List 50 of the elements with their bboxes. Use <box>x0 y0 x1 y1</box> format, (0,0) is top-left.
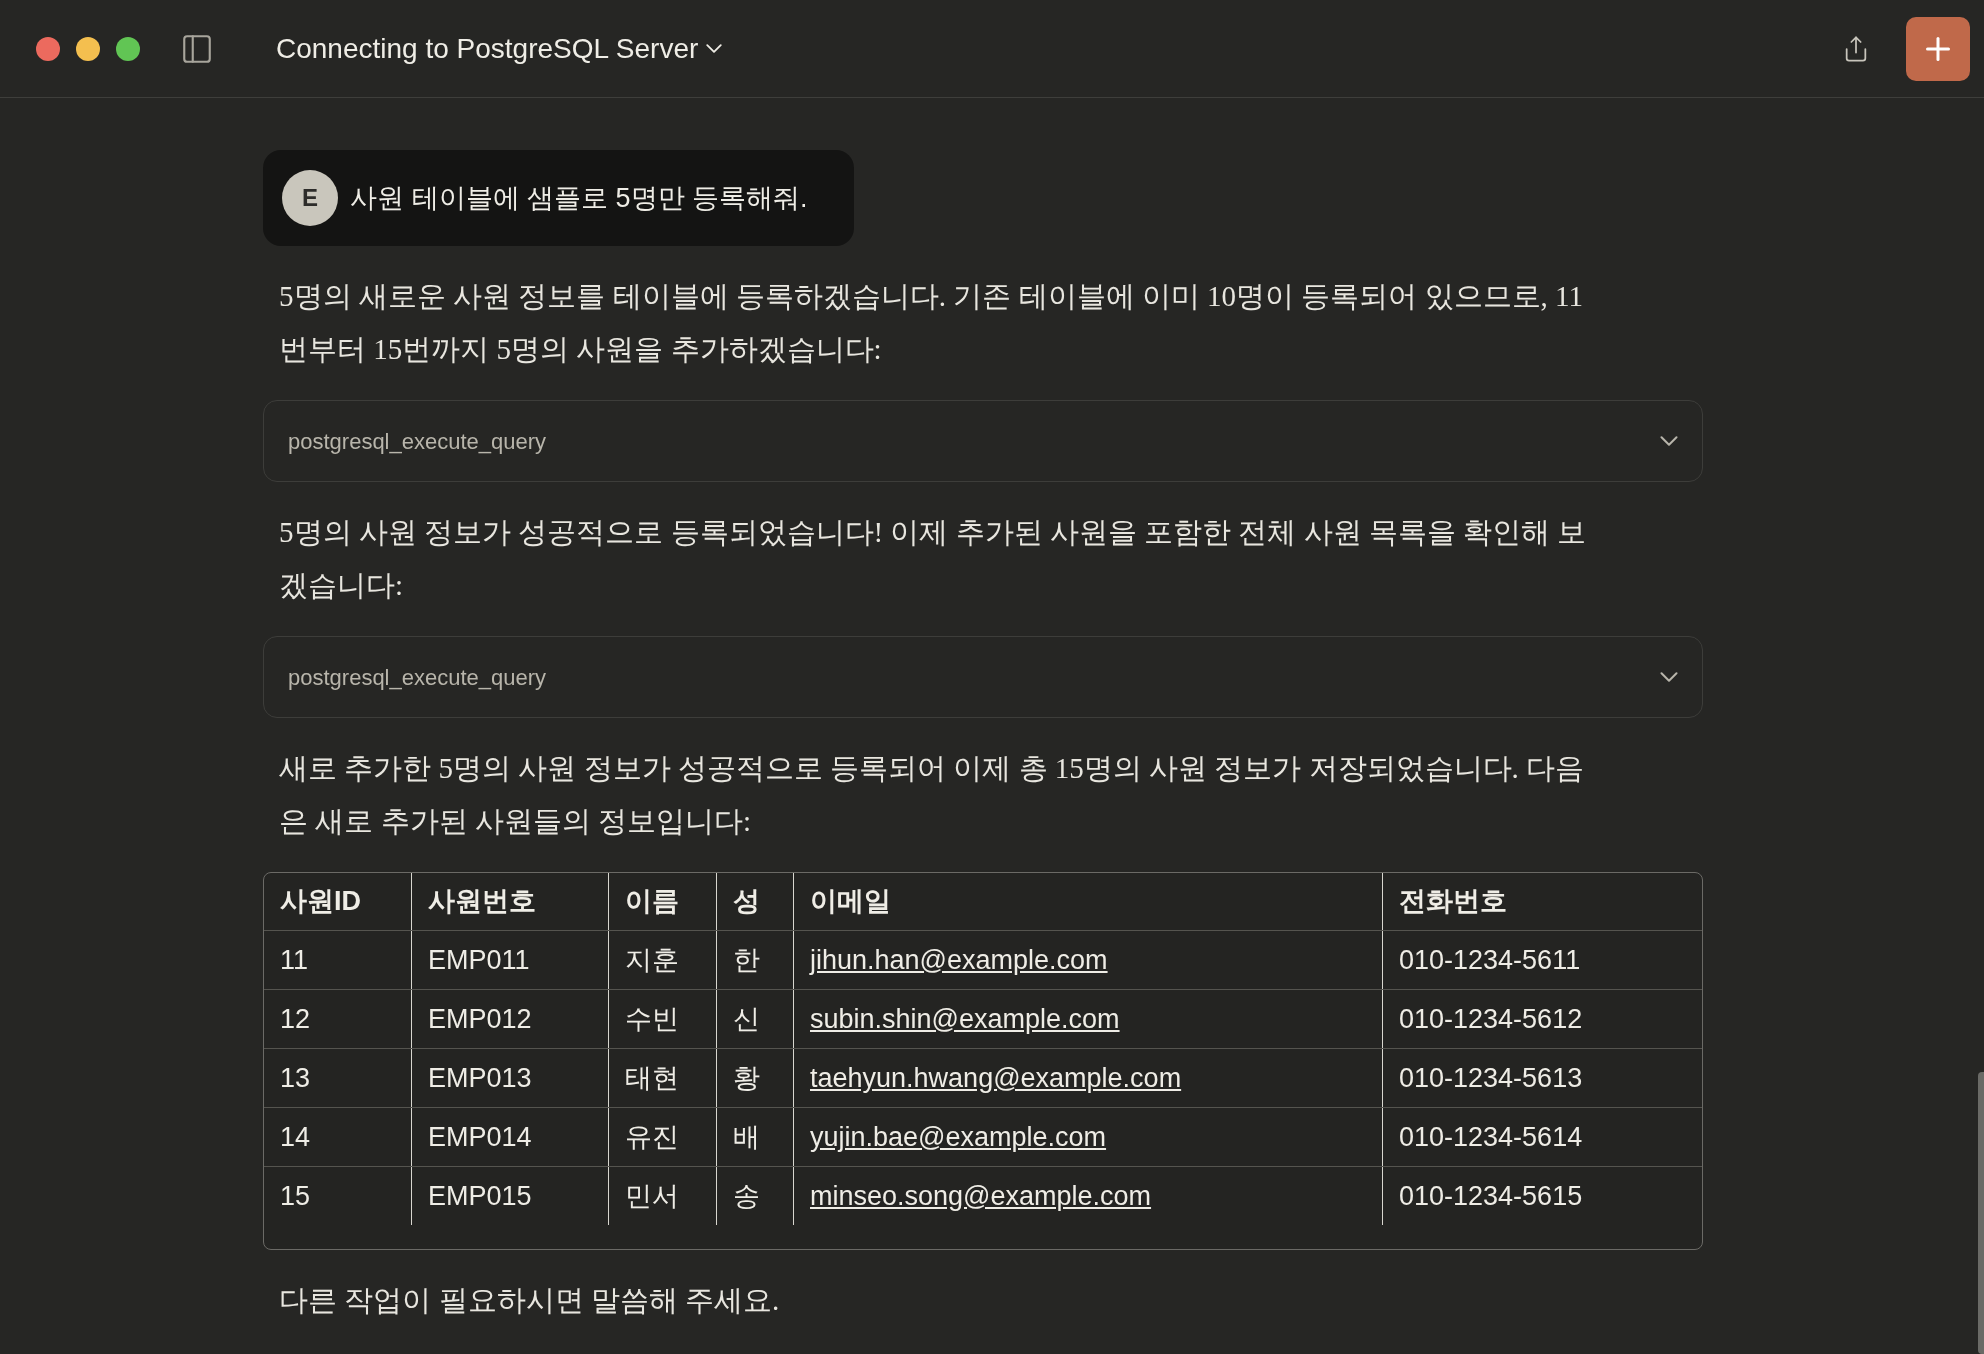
table-cell-text: 태현 <box>625 1061 679 1095</box>
user-avatar: E <box>282 170 338 226</box>
chevron-icon <box>1660 436 1678 446</box>
column-header: 이메일 <box>794 873 1383 930</box>
table-cell-text: EMP015 <box>428 1179 532 1213</box>
table-cell-text: 신 <box>733 1002 760 1036</box>
table-cell-text: 010-1234-5614 <box>1399 1120 1583 1154</box>
chevron-icon <box>706 44 723 53</box>
column-header: 성 <box>717 873 794 930</box>
table-cell-text: 송 <box>733 1179 760 1213</box>
assistant-message: 다른 작업이 필요하시면 말씀해 주세요. <box>278 1283 781 1318</box>
new-chat-button[interactable] <box>1906 16 1970 81</box>
conversation-title[interactable]: Connecting to PostgreSQL Server <box>276 27 723 70</box>
email-link[interactable]: subin.shin@example.com <box>810 998 1120 1040</box>
scrollbar-thumb[interactable] <box>1978 1072 1984 1354</box>
table-cell-text: EMP013 <box>428 1061 532 1095</box>
table-cell-text: EMP012 <box>428 1002 532 1036</box>
table-cell-text: 010-1234-5615 <box>1399 1179 1583 1213</box>
email-link[interactable]: taehyun.hwang@example.com <box>810 1057 1182 1099</box>
table-cell-text: 황 <box>733 1061 760 1095</box>
table-cell-text: 010-1234-5611 <box>1399 943 1581 977</box>
column-header: 이름 <box>609 873 717 930</box>
column-header: 전화번호 <box>1398 885 1508 919</box>
table-cell-text: 010-1234-5613 <box>1399 1061 1583 1095</box>
table-cell-text: 010-1234-5612 <box>1399 1002 1583 1036</box>
chevron-icon <box>1660 672 1678 682</box>
table-cell-text: EMP011 <box>428 943 530 977</box>
table-cell-text: 수빈 <box>625 1002 679 1036</box>
assistant-message: 5명의 새로운 사원 정보를 테이블에 등록하겠습니다. 기존 테이블에 이미 10명이 등록되어 있으므로, 11번부터 15번까지 5명의 사원을 추가하겠습니다: <box>278 279 1584 367</box>
column-header: 사원번호 <box>412 873 609 930</box>
column-header: 사원ID <box>264 873 412 930</box>
table-cell-text: 15 <box>280 1179 311 1213</box>
table-cell-text: 지훈 <box>625 943 679 977</box>
tool-call-toggle[interactable]: postgresql_execute_query <box>263 636 1703 718</box>
assistant-message: 5명의 사원 정보가 성공적으로 등록되었습니다! 이제 추가된 사원을 포함한 전체 사원 목록을 확인해 보겠습니다: <box>278 515 1588 603</box>
email-link[interactable]: yujin.bae@example.com <box>810 1116 1107 1158</box>
table-cell-text: 13 <box>280 1061 311 1095</box>
tool-call-toggle[interactable]: postgresql_execute_query <box>263 400 1703 482</box>
table-cell-text: 민서 <box>625 1179 679 1213</box>
email-link[interactable]: minseo.song@example.com <box>810 1175 1152 1217</box>
table-cell-text: 한 <box>733 943 760 977</box>
email-link[interactable]: jihun.han@example.com <box>810 939 1108 981</box>
user-message: 사원 테이블에 샘플로 5명만 등록해줘. <box>350 181 808 215</box>
table-cell-text: 11 <box>280 943 309 977</box>
table-cell-text: 14 <box>280 1120 311 1154</box>
table-cell-text: 배 <box>733 1120 760 1154</box>
table-cell-text: 12 <box>280 1002 311 1036</box>
table-cell-text: EMP014 <box>428 1120 532 1154</box>
assistant-message: 새로 추가한 5명의 사원 정보가 성공적으로 등록되어 이제 총 15명의 사원 정보가 저장되었습니다. 다음은 새로 추가된 사원들의 정보입니다: <box>278 751 1585 839</box>
table-cell-text: 유진 <box>625 1120 679 1154</box>
